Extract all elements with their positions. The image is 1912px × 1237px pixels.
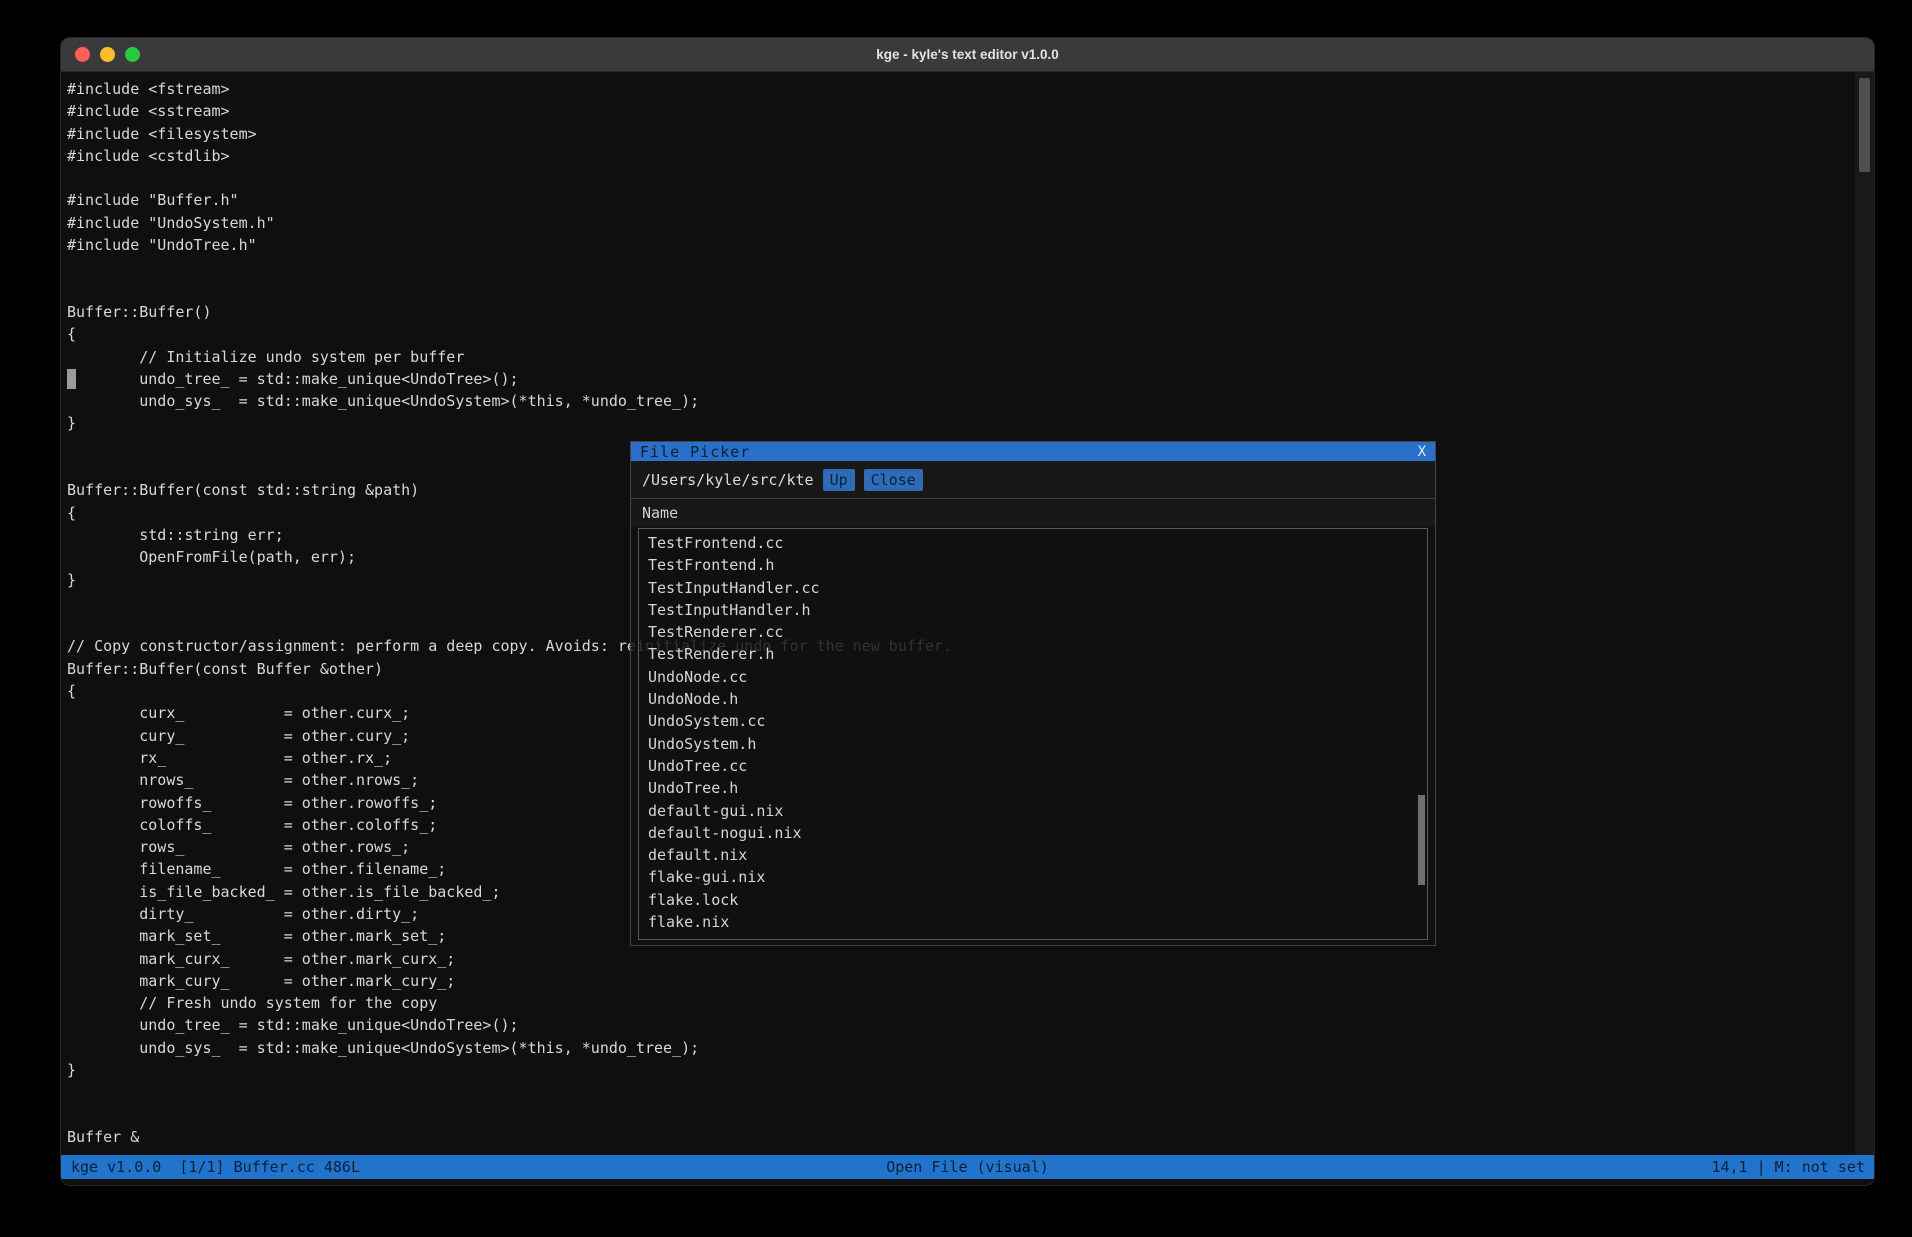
current-path: /Users/kyle/src/kte — [642, 471, 814, 489]
minimize-traffic-light-icon[interactable] — [100, 47, 115, 62]
code-line — [67, 1104, 952, 1126]
code-line — [67, 279, 952, 301]
file-list-scrollbar-thumb[interactable] — [1418, 795, 1425, 885]
code-line: undo_tree_ = std::make_unique<UndoTree>(… — [67, 1014, 952, 1036]
file-item[interactable]: TestInputHandler.cc — [639, 577, 1427, 599]
code-line: undo_sys_ = std::make_unique<UndoSystem>… — [67, 1037, 952, 1059]
status-file-info: kge v1.0.0 [1/1] Buffer.cc 486L — [71, 1155, 360, 1179]
code-line: } — [67, 412, 952, 434]
code-line — [67, 167, 952, 189]
code-line: #include <cstdlib> — [67, 145, 952, 167]
code-line — [67, 256, 952, 278]
code-line: #include <fstream> — [67, 78, 952, 100]
editor-scrollbar-thumb[interactable] — [1859, 78, 1870, 172]
app-window: kge - kyle's text editor v1.0.0 #include… — [60, 37, 1875, 1186]
code-line: { — [67, 323, 952, 345]
status-cursor-position: 14,1 | M: not set — [1711, 1155, 1865, 1179]
code-line: #include "UndoSystem.h" — [67, 212, 952, 234]
code-line: Buffer::Buffer() — [67, 301, 952, 323]
file-list-container: TestFrontend.ccTestFrontend.hTestInputHa… — [631, 526, 1435, 945]
file-item[interactable]: TestRenderer.cc — [639, 621, 1427, 643]
code-line: undo_tree_ = std::make_unique<UndoTree>(… — [67, 368, 952, 390]
code-line: } — [67, 1059, 952, 1081]
status-bar: Open File (visual) kge v1.0.0 [1/1] Buff… — [61, 1155, 1874, 1179]
code-line: #include <sstream> — [67, 100, 952, 122]
code-line: mark_cury_ = other.mark_cury_; — [67, 970, 952, 992]
up-button[interactable]: Up — [823, 469, 855, 491]
window-titlebar[interactable]: kge - kyle's text editor v1.0.0 — [61, 38, 1874, 72]
code-line: #include <filesystem> — [67, 123, 952, 145]
editor-area[interactable]: #include <fstream>#include <sstream>#inc… — [61, 72, 1874, 1156]
code-line: // Fresh undo system for the copy — [67, 992, 952, 1014]
code-line: mark_curx_ = other.mark_curx_; — [67, 948, 952, 970]
file-item[interactable]: flake.nix — [639, 911, 1427, 933]
file-item[interactable]: TestFrontend.h — [639, 554, 1427, 576]
file-picker-header: /Users/kyle/src/kte Up Close Name — [631, 461, 1435, 526]
file-list[interactable]: TestFrontend.ccTestFrontend.hTestInputHa… — [638, 528, 1428, 940]
code-line — [67, 1081, 952, 1103]
editor-cursor — [67, 369, 76, 389]
file-item[interactable]: flake.lock — [639, 889, 1427, 911]
file-item[interactable]: default-gui.nix — [639, 800, 1427, 822]
close-traffic-light-icon[interactable] — [75, 47, 90, 62]
file-item[interactable]: TestRenderer.h — [639, 643, 1427, 665]
code-line: #include "Buffer.h" — [67, 189, 952, 211]
name-column-header: Name — [642, 504, 678, 522]
window-title: kge - kyle's text editor v1.0.0 — [876, 47, 1059, 62]
code-line: Buffer & — [67, 1126, 952, 1148]
file-picker-titlebar[interactable]: File Picker X — [631, 442, 1435, 461]
file-item[interactable]: UndoTree.h — [639, 777, 1427, 799]
file-item[interactable]: default.nix — [639, 844, 1427, 866]
file-item[interactable]: TestFrontend.cc — [639, 532, 1427, 554]
zoom-traffic-light-icon[interactable] — [125, 47, 140, 62]
code-line: // Initialize undo system per buffer — [67, 346, 952, 368]
file-picker-dialog: File Picker X /Users/kyle/src/kte Up Clo… — [631, 442, 1435, 945]
traffic-lights — [75, 38, 140, 71]
editor-scrollbar-track[interactable] — [1855, 72, 1874, 1156]
file-item[interactable]: flake-gui.nix — [639, 866, 1427, 888]
code-line: #include "UndoTree.h" — [67, 234, 952, 256]
file-item[interactable]: TestInputHandler.h — [639, 599, 1427, 621]
file-item[interactable]: UndoTree.cc — [639, 755, 1427, 777]
file-item[interactable]: UndoNode.h — [639, 688, 1427, 710]
file-item[interactable]: UndoNode.cc — [639, 666, 1427, 688]
code-line: undo_sys_ = std::make_unique<UndoSystem>… — [67, 390, 952, 412]
desktop: kge - kyle's text editor v1.0.0 #include… — [0, 0, 1912, 1237]
close-button[interactable]: Close — [864, 469, 923, 491]
file-item[interactable]: UndoSystem.h — [639, 733, 1427, 755]
file-item[interactable]: UndoSystem.cc — [639, 710, 1427, 732]
close-icon[interactable]: X — [1418, 444, 1426, 460]
file-item[interactable]: default-nogui.nix — [639, 822, 1427, 844]
file-picker-title: File Picker — [640, 443, 750, 461]
